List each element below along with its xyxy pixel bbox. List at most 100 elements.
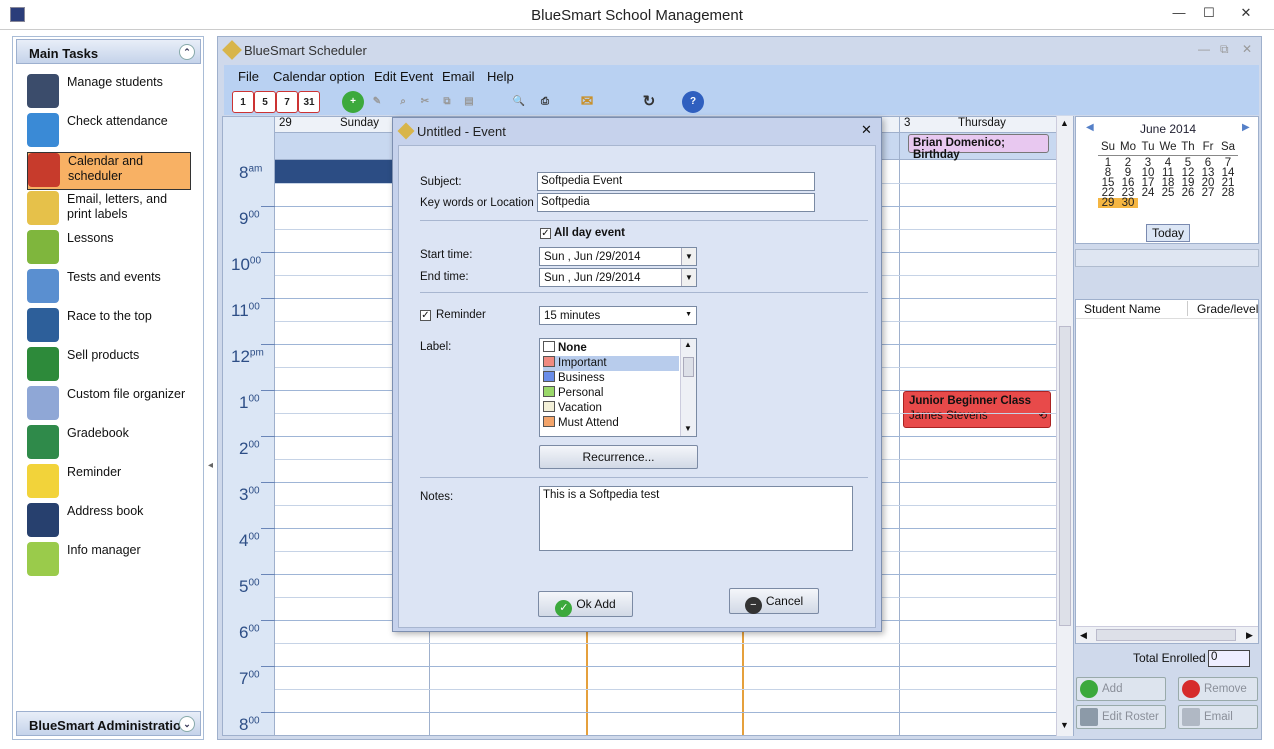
calendar-day[interactable]: 26 — [1178, 187, 1198, 199]
class-event[interactable]: Junior Beginner Class James Stevens ⟲ — [903, 391, 1051, 428]
task-gradebook[interactable]: Gradebook — [27, 425, 191, 463]
menu-email[interactable]: Email — [442, 69, 475, 84]
label-option[interactable]: Must Attend — [543, 416, 679, 431]
task-race-to-the-top[interactable]: Race to the top — [27, 308, 191, 346]
edit-roster-button[interactable]: Edit Roster — [1076, 705, 1166, 729]
menu-help[interactable]: Help — [487, 69, 514, 84]
workweek-view-button[interactable]: 5 — [254, 91, 276, 113]
label-option[interactable]: Vacation — [543, 401, 679, 416]
label-list[interactable]: None Important Business Personal Vacation Mus… — [539, 338, 697, 437]
dropdown-arrow-icon[interactable]: ▼ — [681, 269, 696, 286]
task-lessons[interactable]: Lessons — [27, 230, 191, 268]
menu-file[interactable]: File — [238, 69, 259, 84]
scroll-right-arrow[interactable]: ▶ — [1246, 630, 1253, 641]
label-option[interactable]: Important — [543, 356, 679, 371]
reminder-select[interactable]: 15 minutes ▼ — [539, 306, 697, 325]
close-button[interactable]: ✕ — [1232, 4, 1260, 22]
add-student-button[interactable]: Add Student — [1076, 677, 1166, 717]
subject-input[interactable]: Softpedia Event — [537, 172, 815, 191]
birthday-event[interactable]: Brian Domenico; Birthday — [908, 134, 1049, 161]
label-option-text: None — [558, 342, 587, 354]
scheduler-close-button[interactable]: ✕ — [1242, 42, 1252, 56]
main-tasks-header[interactable]: Main Tasks ⌃ — [16, 39, 201, 64]
scroll-thumb[interactable] — [1059, 326, 1071, 626]
label-option[interactable]: Personal — [543, 386, 679, 401]
task-check-attendance[interactable]: Check attendance — [27, 113, 191, 151]
day-view-button[interactable]: 1 — [232, 91, 254, 113]
scheduler-restore-button[interactable]: ⧉ — [1220, 42, 1229, 57]
remove-button[interactable]: Remove — [1178, 677, 1258, 701]
task-reminder[interactable]: Reminder — [27, 464, 191, 502]
task-sell-products[interactable]: Sell products — [27, 347, 191, 385]
next-month-arrow[interactable]: ▶ — [1242, 122, 1250, 133]
administration-header[interactable]: BlueSmart Administration ⌄ — [16, 711, 201, 736]
month-view-button[interactable]: 31 — [298, 91, 320, 113]
task-calendar-and-scheduler[interactable]: Calendar and scheduler — [27, 152, 191, 190]
edit-pencil-icon[interactable]: ✎ — [366, 91, 388, 113]
mini-calendar[interactable]: ◀ June 2014 ▶ Today Su Mo Tu We Th Fr Sa 1 2 3 4 5 6… — [1075, 116, 1259, 244]
menu-calendar-option[interactable]: Calendar option — [273, 69, 365, 84]
print-preview-icon[interactable]: 🔍 — [508, 91, 530, 113]
student-roster[interactable]: Student Name Grade/level ◀ ▶ — [1075, 299, 1259, 644]
maximize-button[interactable]: ☐ — [1195, 4, 1223, 22]
scroll-left-arrow[interactable]: ◀ — [1080, 630, 1087, 641]
scroll-thumb[interactable] — [683, 357, 694, 377]
prev-month-arrow[interactable]: ◀ — [1086, 122, 1094, 133]
calendar-day[interactable]: 27 — [1198, 187, 1218, 199]
dropdown-arrow-icon[interactable]: ▼ — [681, 248, 696, 265]
roster-hscroll[interactable]: ◀ ▶ — [1076, 626, 1258, 643]
col-grade-level[interactable]: Grade/level — [1197, 302, 1258, 316]
scheduler-minimize-button[interactable]: — — [1198, 42, 1210, 56]
dialog-close-button[interactable]: ✕ — [861, 122, 872, 138]
calendar-day[interactable]: 30 — [1118, 197, 1138, 209]
scroll-up-arrow[interactable]: ▲ — [684, 340, 692, 349]
location-input[interactable]: Softpedia — [537, 193, 815, 212]
email-envelope-icon[interactable]: ✉ — [576, 91, 598, 113]
end-date-select[interactable]: Sun , Jun /29/2014 ▼ — [539, 268, 697, 287]
dropdown-arrow-icon[interactable]: ▼ — [685, 311, 692, 318]
task-tests-and-events[interactable]: Tests and events — [27, 269, 191, 307]
print-icon[interactable]: ⎙ — [534, 91, 556, 113]
splitter-handle[interactable]: ◂ — [207, 430, 215, 510]
copy-icon[interactable]: ⧉ — [436, 91, 458, 113]
ok-add-button[interactable]: ✓ Ok Add — [538, 591, 633, 617]
start-date-select[interactable]: Sun , Jun /29/2014 ▼ — [539, 247, 697, 266]
minimize-button[interactable]: — — [1165, 4, 1193, 22]
task-custom-file-organizer[interactable]: Custom file organizer — [27, 386, 191, 424]
label-list-scrollbar[interactable]: ▲ ▼ — [680, 339, 696, 436]
cancel-button[interactable]: − Cancel — [729, 588, 819, 614]
calendar-day[interactable]: 28 — [1218, 187, 1238, 199]
calendar-scrollbar[interactable]: ▲ ▼ — [1056, 116, 1073, 736]
reminder-checkbox[interactable]: ✓ — [420, 310, 431, 321]
recurrence-button[interactable]: Recurrence... — [539, 445, 698, 469]
col-student-name[interactable]: Student Name — [1084, 302, 1161, 316]
calendar-day[interactable]: 25 — [1158, 187, 1178, 199]
expand-icon[interactable]: ⌄ — [179, 716, 195, 732]
paste-icon[interactable]: ▤ — [458, 91, 480, 113]
label-option[interactable]: Business — [543, 371, 679, 386]
email-roster-button[interactable]: Email — [1178, 705, 1258, 729]
refresh-icon[interactable]: ↻ — [638, 91, 660, 113]
task-info-manager[interactable]: Info manager — [27, 542, 191, 580]
notes-textarea[interactable]: This is a Softpedia test — [539, 486, 853, 551]
week-view-button[interactable]: 7 — [276, 91, 298, 113]
find-icon[interactable]: ⌕ — [392, 91, 414, 113]
help-icon[interactable]: ? — [682, 91, 704, 113]
scroll-up-arrow[interactable]: ▲ — [1060, 118, 1069, 128]
task-address-book[interactable]: Address book — [27, 503, 191, 541]
today-button[interactable]: Today — [1146, 224, 1190, 242]
hscroll-thumb[interactable] — [1096, 629, 1236, 641]
collapse-icon[interactable]: ⌃ — [179, 44, 195, 60]
task-email-letters-and-print-labels[interactable]: Email, letters, and print labels — [27, 191, 191, 229]
calendar-day[interactable]: 24 — [1138, 187, 1158, 199]
menu-edit-event[interactable]: Edit Event — [374, 69, 433, 84]
scroll-down-arrow[interactable]: ▼ — [684, 424, 692, 433]
calendar-day[interactable]: 29 — [1098, 197, 1118, 209]
all-day-checkbox[interactable]: ✓ — [540, 228, 551, 239]
cut-icon[interactable]: ✂ — [414, 91, 436, 113]
task-manage-students[interactable]: Manage students — [27, 74, 191, 112]
scroll-down-arrow[interactable]: ▼ — [1060, 720, 1069, 730]
roster-filter-bar[interactable] — [1075, 249, 1259, 267]
label-option[interactable]: None — [543, 341, 679, 356]
add-event-icon[interactable]: + — [342, 91, 364, 113]
